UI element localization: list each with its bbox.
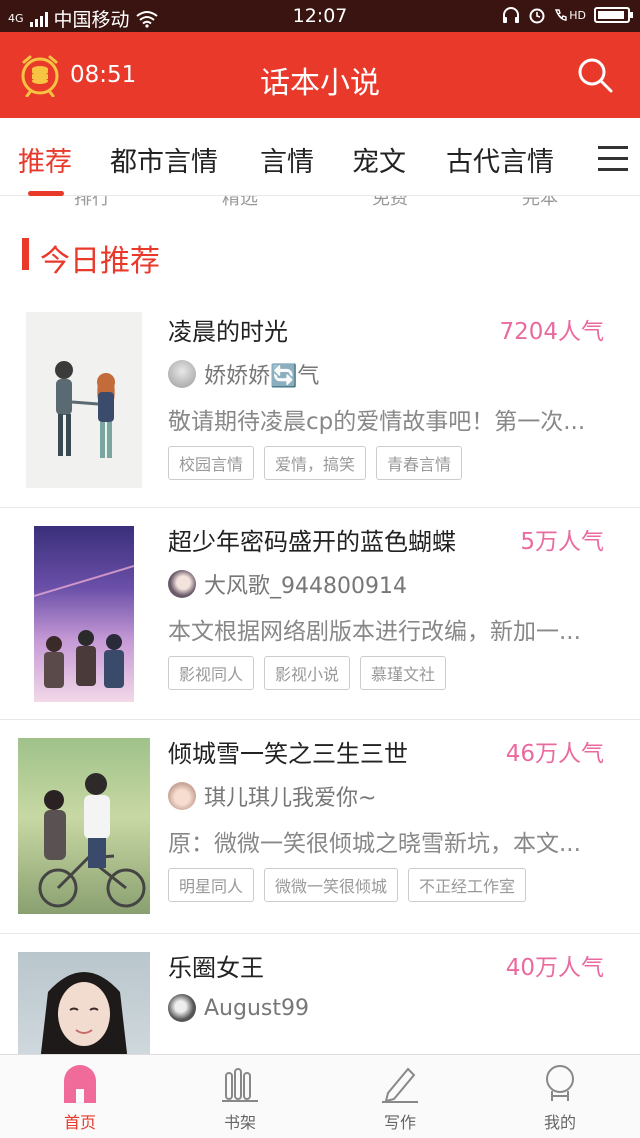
tab-recommend[interactable]: 推荐 [18, 140, 72, 179]
shortcut-row: 排行 精选 免费 完本 [0, 196, 640, 208]
nav-home[interactable]: 首页 [40, 1063, 120, 1133]
author-row: 琪儿琪儿我爱你~ [168, 780, 376, 812]
nav-write[interactable]: 写作 [360, 1063, 440, 1133]
category-tabs: 推荐 都市言情 言情 宠文 古代言情 [0, 118, 640, 196]
author-row: 大风歌_944800914 [168, 568, 407, 600]
tab-romance[interactable]: 言情 [260, 140, 314, 179]
author-name[interactable]: 娇娇娇🔄气 [204, 358, 319, 390]
book-cover [34, 526, 134, 702]
book-description: 敬请期待凌晨cp的爱情故事吧！第一次... [168, 409, 586, 435]
search-icon[interactable] [576, 56, 614, 94]
book-title[interactable]: 乐圈女王 [168, 948, 264, 983]
nav-profile[interactable]: 我的 [520, 1063, 600, 1133]
book-item[interactable]: 倾城雪一笑之三生三世 46万人气 琪儿琪儿我爱你~ 原：微微一笑很倾城之晓雪新坑… [0, 720, 640, 934]
avatar[interactable] [168, 994, 196, 1022]
book-title[interactable]: 倾城雪一笑之三生三世 [168, 734, 408, 769]
popularity-count: 5万人气 [520, 529, 604, 555]
shortcut-ranking[interactable]: 排行 [74, 196, 110, 208]
tag-list: 影视同人 影视小说 慕瑾文社 [168, 656, 447, 690]
shortcut-complete[interactable]: 完本 [522, 196, 558, 208]
tab-pampering[interactable]: 宠文 [352, 140, 406, 179]
book-cover [18, 738, 150, 914]
hd-call-icon: HD [554, 8, 586, 22]
tag-list: 校园言情 爱情，搞笑 青春言情 [168, 446, 463, 480]
author-row: 娇娇娇🔄气 [168, 358, 319, 390]
profile-icon [546, 1065, 574, 1101]
author-row: August99 [168, 994, 309, 1022]
tag[interactable]: 微微一笑很倾城 [264, 868, 399, 902]
app-title: 话本小说 [260, 66, 380, 101]
hd-label: HD [569, 8, 586, 22]
tag[interactable]: 不正经工作室 [408, 868, 527, 902]
author-name[interactable]: 大风歌_944800914 [204, 568, 407, 600]
bookshelf-icon [222, 1068, 258, 1102]
author-name[interactable]: August99 [204, 996, 309, 1021]
nav-write-label: 写作 [383, 1113, 416, 1132]
nav-bookshelf[interactable]: 书架 [200, 1063, 280, 1133]
book-item[interactable]: 凌晨的时光 7204人气 娇娇娇🔄气 敬请期待凌晨cp的爱情故事吧！第一次...… [0, 298, 640, 508]
headphones-icon [503, 7, 520, 23]
tag[interactable]: 明星同人 [168, 868, 255, 902]
shortcut-free[interactable]: 免费 [372, 196, 408, 208]
menu-icon[interactable] [598, 146, 628, 172]
nav-home-label: 首页 [63, 1113, 96, 1132]
popularity-count: 7204人气 [499, 319, 604, 345]
avatar[interactable] [168, 570, 196, 598]
book-cover [18, 952, 150, 1054]
popularity-count: 46万人气 [505, 741, 604, 767]
author-name[interactable]: 琪儿琪儿我爱你~ [204, 780, 376, 812]
battery-icon [594, 7, 633, 23]
tag[interactable]: 校园言情 [168, 446, 255, 480]
tag[interactable]: 影视小说 [264, 656, 351, 690]
bottom-navigation: 首页 书架 写作 我的 [0, 1054, 640, 1138]
book-description: 本文根据网络剧版本进行改编，新加一... [168, 619, 581, 645]
nav-profile-label: 我的 [543, 1113, 576, 1132]
book-description: 原：微微一笑很倾城之晓雪新坑，本文... [168, 831, 581, 857]
shortcut-featured[interactable]: 精选 [222, 196, 258, 208]
section-marker [22, 238, 29, 270]
pen-icon [382, 1067, 418, 1103]
section-title: 今日推荐 [40, 244, 160, 279]
book-item[interactable]: 超少年密码盛开的蓝色蝴蝶 5万人气 大风歌_944800914 本文根据网络剧版… [0, 508, 640, 720]
home-icon [64, 1065, 96, 1103]
tag[interactable]: 青春言情 [376, 446, 463, 480]
avatar[interactable] [168, 360, 196, 388]
book-item[interactable]: 乐圈女王 40万人气 August99 [0, 934, 640, 1054]
tab-urban-romance[interactable]: 都市言情 [110, 140, 218, 179]
alarm-icon [529, 8, 545, 24]
popularity-count: 40万人气 [505, 955, 604, 981]
nav-bookshelf-label: 书架 [223, 1113, 256, 1132]
tag[interactable]: 影视同人 [168, 656, 255, 690]
book-cover [26, 312, 142, 488]
tab-ancient-romance[interactable]: 古代言情 [446, 140, 554, 179]
tag-list: 明星同人 微微一笑很倾城 不正经工作室 [168, 868, 527, 902]
avatar[interactable] [168, 782, 196, 810]
book-title[interactable]: 凌晨的时光 [168, 312, 288, 347]
book-title[interactable]: 超少年密码盛开的蓝色蝴蝶 [168, 522, 456, 557]
tag[interactable]: 慕瑾文社 [360, 656, 447, 690]
tag[interactable]: 爱情，搞笑 [264, 446, 367, 480]
status-bar: 4G 中国移动 12:07 HD [0, 0, 640, 32]
app-header: 08:51 话本小说 [0, 32, 640, 118]
